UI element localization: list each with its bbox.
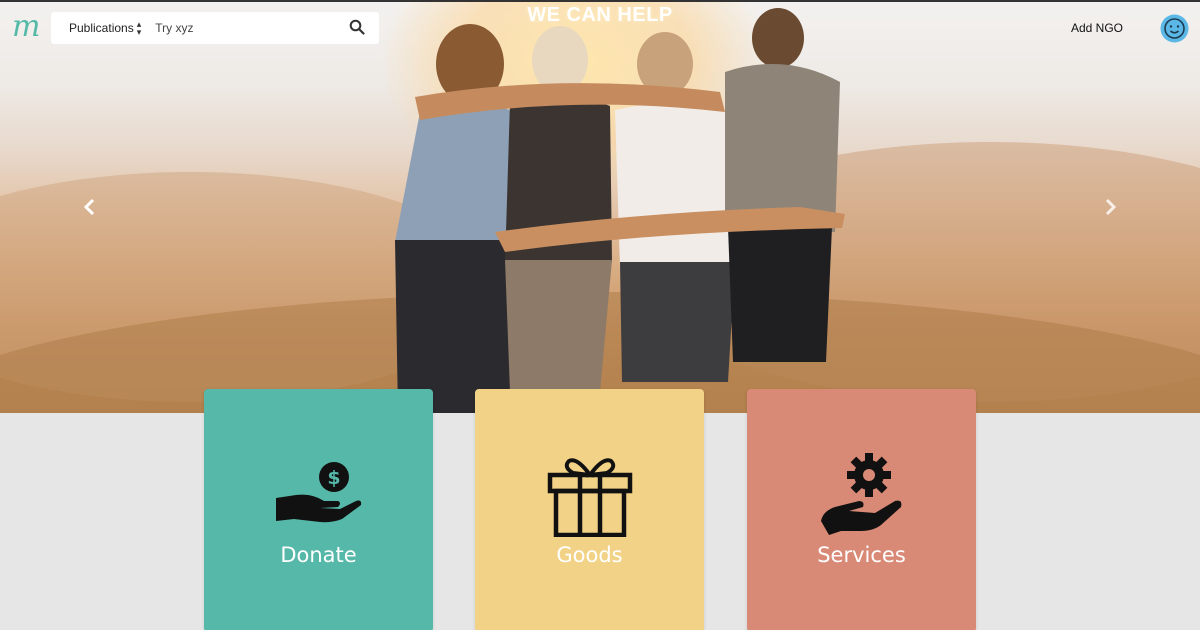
goods-card[interactable]: Goods xyxy=(475,389,704,630)
search-input[interactable] xyxy=(155,21,336,35)
carousel-prev-button[interactable] xyxy=(80,198,100,220)
search-icon[interactable] xyxy=(349,19,365,35)
hand-gear-icon xyxy=(821,453,902,535)
goods-label: Goods xyxy=(556,543,623,567)
svg-text:$: $ xyxy=(327,467,340,489)
search-category-label: Publications xyxy=(69,21,134,35)
site-logo[interactable]: m xyxy=(12,10,42,46)
smiley-avatar-icon[interactable] xyxy=(1160,14,1189,43)
search-bar: Publications ▴ ▾ xyxy=(51,12,379,44)
donate-card[interactable]: $ Donate xyxy=(204,389,433,630)
sort-caret-icon: ▴ ▾ xyxy=(136,19,142,37)
chevron-right-icon xyxy=(1105,198,1117,216)
carousel-next-button[interactable] xyxy=(1100,198,1120,220)
add-ngo-link[interactable]: Add NGO xyxy=(1071,21,1123,35)
chevron-left-icon xyxy=(83,198,95,216)
gift-icon xyxy=(547,458,633,537)
services-card[interactable]: Services xyxy=(747,389,976,630)
donate-label: Donate xyxy=(280,543,357,567)
hero-image-friends-hugging xyxy=(395,8,845,413)
hand-coin-icon: $ xyxy=(276,462,362,523)
search-category-select[interactable]: Publications ▴ ▾ xyxy=(69,19,142,37)
hero-carousel: WE CAN HELP xyxy=(0,2,1200,413)
services-label: Services xyxy=(817,543,906,567)
